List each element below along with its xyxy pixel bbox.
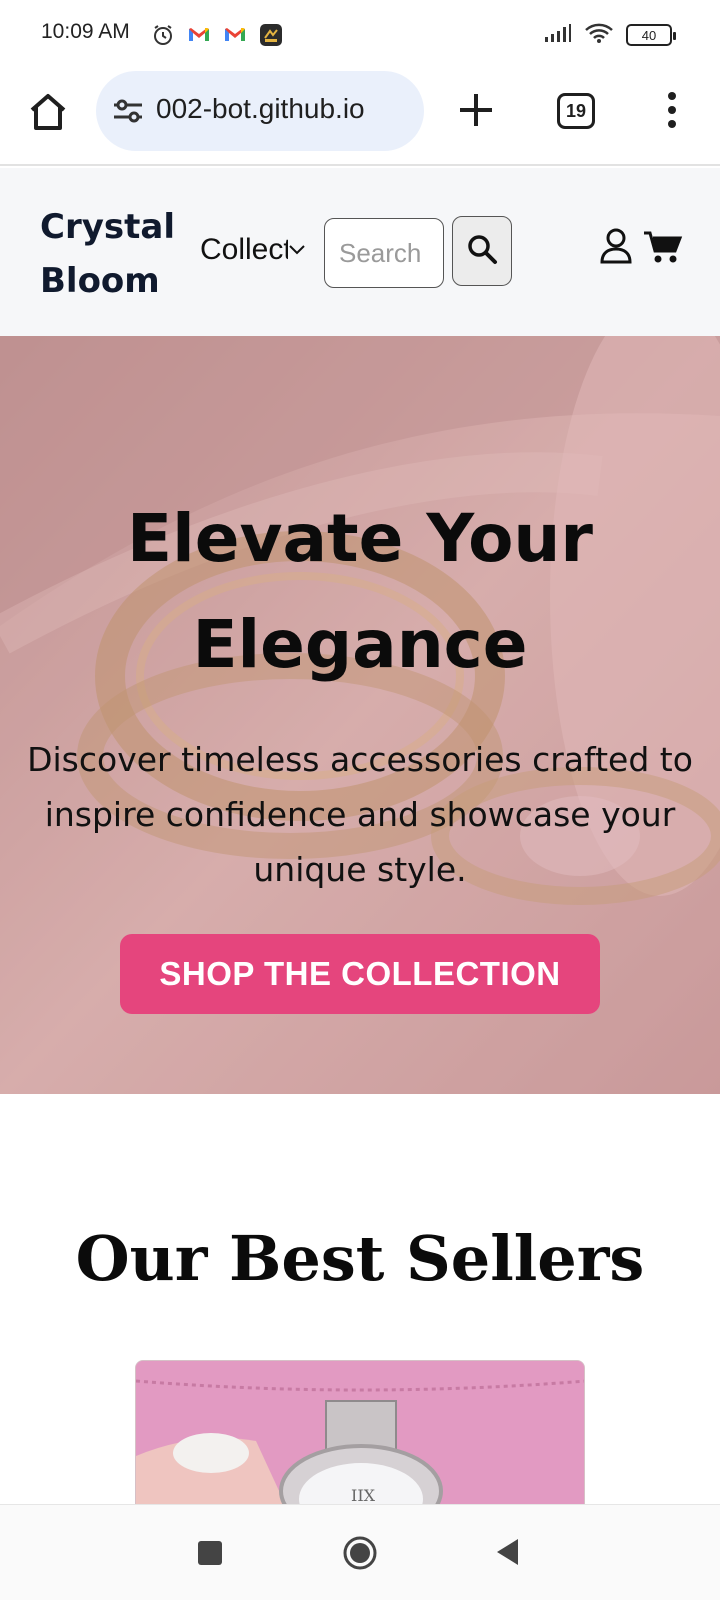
collections-label[interactable]: Collections [200,233,288,267]
address-bar[interactable]: 002-bot.github.io [96,71,424,151]
gmail-icon [186,22,212,48]
hero-banner: Elevate Your Elegance Discover timeless … [0,336,720,1094]
search-button[interactable] [452,216,512,286]
search-icon [466,233,498,269]
shop-collection-button[interactable]: SHOP THE COLLECTION [120,934,600,1014]
product-image: IIX [136,1361,584,1505]
hero-title: Elevate Your Elegance [127,500,593,683]
battery-icon: 40 [626,24,676,46]
signal-icon [544,23,572,47]
more-vert-icon[interactable] [660,90,684,130]
site-settings-icon[interactable] [112,97,144,125]
notification-icons [150,22,284,48]
best-sellers-title: Our Best Sellers [75,1222,645,1295]
chevron-down-icon [288,241,306,260]
alarm-icon [150,22,176,48]
status-time: 10:09 AM [41,20,130,43]
cart-icon[interactable] [643,230,683,264]
collections-dropdown[interactable]: Collections [200,230,308,270]
browser-toolbar: 002-bot.github.io 19 [0,68,720,166]
search-input[interactable] [324,218,444,288]
product-card[interactable]: IIX [135,1360,585,1505]
svg-text:IIX: IIX [351,1486,376,1505]
hero-subtitle: Discover timeless accessories crafted to… [27,740,693,889]
user-icon[interactable] [599,228,633,264]
back-icon[interactable] [494,1537,520,1567]
system-icons: 40 [544,22,676,48]
status-bar: 10:09 AM 40 [0,0,720,68]
home-circle-icon[interactable] [342,1535,378,1571]
url-text[interactable]: 002-bot.github.io [156,93,410,125]
wifi-icon [584,22,614,48]
brand-logo[interactable]: Crystal Bloom [40,200,200,308]
system-nav-bar [0,1504,720,1600]
home-icon[interactable] [26,90,70,134]
app-notification-icon [258,22,284,48]
gmail-icon [222,22,248,48]
recents-icon[interactable] [198,1541,222,1565]
tabs-icon[interactable]: 19 [557,93,595,129]
site-header: Crystal Bloom Collections [0,168,720,336]
plus-icon[interactable] [456,90,496,130]
